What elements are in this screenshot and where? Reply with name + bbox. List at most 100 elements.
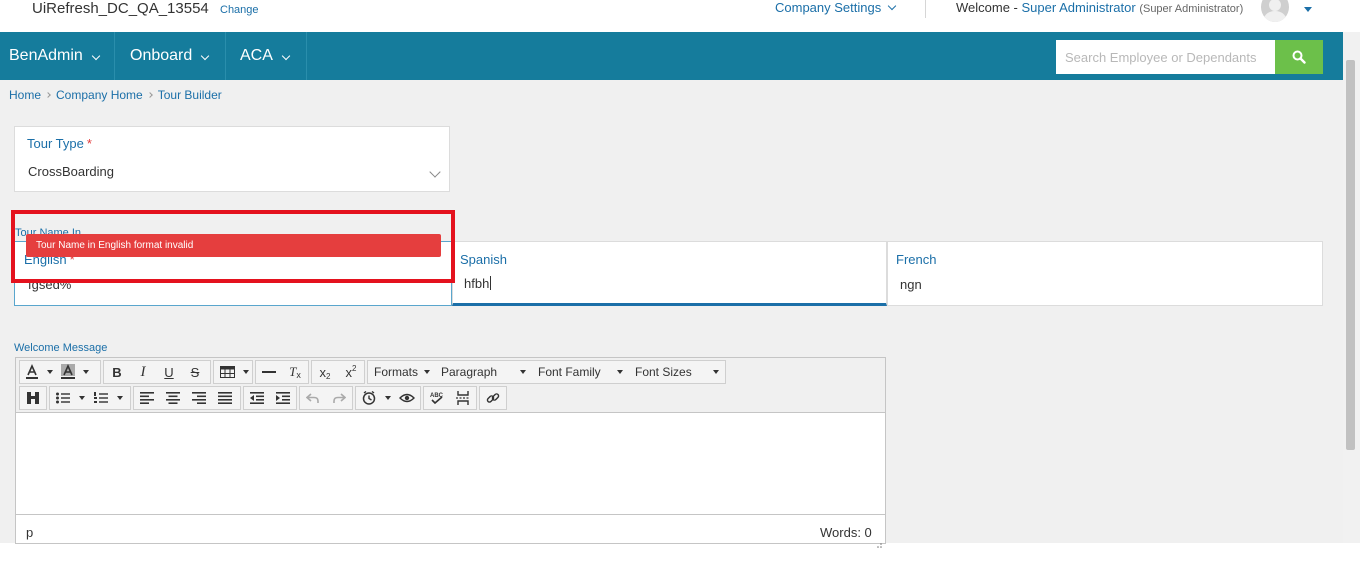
italic-icon[interactable]: I [130,361,156,383]
french-name-input[interactable] [900,277,1300,292]
align-left-icon[interactable] [134,387,160,409]
company-settings-menu[interactable]: Company Settings [775,0,897,16]
resize-handle-icon[interactable] [874,535,882,548]
avatar[interactable] [1261,0,1289,22]
nav-benadmin[interactable]: BenAdmin [0,32,115,80]
breadcrumb-company-home[interactable]: Company Home [56,88,143,102]
font-family-dropdown[interactable]: Font Family [532,361,629,383]
align-right-icon[interactable] [186,387,212,409]
french-label: French [896,252,937,267]
history-group [299,386,353,410]
color-group [19,360,101,384]
tour-name-spanish-field[interactable]: Spanish [452,241,887,306]
tour-name-french-field[interactable]: French [887,241,1323,306]
text-color-icon [26,364,38,379]
formats-dropdown[interactable]: Formats [368,361,435,383]
table-dropdown[interactable] [240,361,252,383]
caret-down-icon[interactable] [1304,7,1312,12]
subscript-icon[interactable]: x2 [312,361,338,383]
user-role: (Super Administrator) [1139,3,1244,15]
numbered-list-dropdown[interactable] [114,387,126,409]
link-group [479,386,507,410]
bold-icon[interactable]: B [104,361,130,383]
font-sizes-dropdown[interactable]: Font Sizes [629,361,725,383]
indent-icon[interactable] [270,387,296,409]
font-sizes-label: Font Sizes [635,365,692,379]
script-group: x2 x2 [311,360,365,384]
underline-icon[interactable]: U [156,361,182,383]
tour-type-value: CrossBoarding [28,164,114,179]
formats-label: Formats [374,365,419,379]
spanish-name-input[interactable] [464,276,864,291]
indent-group [243,386,297,410]
change-company-link[interactable]: Change [220,3,259,17]
element-path[interactable]: p [26,525,33,541]
find-group [19,386,47,410]
table-group [213,360,253,384]
spanish-label: Spanish [460,252,507,267]
nav-onboard-label: Onboard [130,47,193,64]
format-group: B I U S [103,360,211,384]
nav-aca[interactable]: ACA [226,32,307,80]
superscript-icon[interactable]: x2 [338,361,364,383]
link-icon[interactable] [480,387,506,409]
breadcrumb: Home Company Home Tour Builder [9,88,222,102]
horizontal-rule-icon[interactable] [256,361,282,383]
background-color-button[interactable] [56,361,80,383]
align-center-icon[interactable] [160,387,186,409]
chevron-down-icon [91,51,101,61]
numbered-list-icon[interactable] [88,387,114,409]
nav-benadmin-label: BenAdmin [9,47,83,64]
insert-time-dropdown[interactable] [382,387,394,409]
insert-time-icon[interactable] [356,387,382,409]
editor-toolbar: B I U S Tx x2 x2 Formats Paragraph Font … [16,358,885,413]
editor-status-bar [16,514,885,543]
page-break-icon[interactable] [450,387,476,409]
tools-group: ABC [423,386,477,410]
breadcrumb-tour-builder[interactable]: Tour Builder [158,88,222,102]
tour-type-label: Tour Type * [27,136,92,152]
required-mark: * [86,136,92,151]
bullet-list-dropdown[interactable] [76,387,88,409]
welcome-text: Welcome - Super Administrator (Super Adm… [956,0,1243,17]
undo-icon[interactable] [300,387,326,409]
misc-group: Tx [255,360,309,384]
nav-onboard[interactable]: Onboard [115,32,226,80]
background-color-dropdown[interactable] [80,361,92,383]
employee-search-input[interactable] [1056,40,1275,74]
chevron-down-icon [201,51,210,61]
paragraph-label: Paragraph [441,365,498,379]
tour-type-label-text: Tour Type [27,136,84,151]
redo-icon[interactable] [326,387,352,409]
strikethrough-icon[interactable]: S [182,361,208,383]
binoculars-icon[interactable] [20,387,46,409]
bullet-list-icon[interactable] [50,387,76,409]
chevron-right-icon [146,92,153,98]
text-color-dropdown[interactable] [44,361,56,383]
company-name: UiRefresh_DC_QA_13554 [32,0,209,17]
list-group [49,386,131,410]
align-group [133,386,241,410]
background-color-icon [61,364,75,379]
style-selects-group: Formats Paragraph Font Family Font Sizes [367,360,726,384]
table-icon[interactable] [214,361,240,383]
clear-formatting-icon[interactable]: Tx [282,361,308,383]
search-button[interactable] [1275,40,1323,74]
chevron-down-icon [887,1,897,11]
text-cursor [490,276,491,290]
error-highlight-box [11,210,455,283]
insert-group [355,386,421,410]
header-divider [925,0,926,18]
font-family-label: Font Family [538,365,601,379]
paragraph-dropdown[interactable]: Paragraph [435,361,532,383]
scrollbar-thumb[interactable] [1346,60,1355,450]
spellcheck-icon[interactable]: ABC [424,387,450,409]
preview-eye-icon[interactable] [394,387,420,409]
text-color-button[interactable] [20,361,44,383]
breadcrumb-home[interactable]: Home [9,88,41,102]
chevron-down-icon [281,51,291,61]
outdent-icon[interactable] [244,387,270,409]
align-justify-icon[interactable] [212,387,238,409]
search-icon [1292,50,1306,64]
word-count: Words: 0 [820,525,872,540]
